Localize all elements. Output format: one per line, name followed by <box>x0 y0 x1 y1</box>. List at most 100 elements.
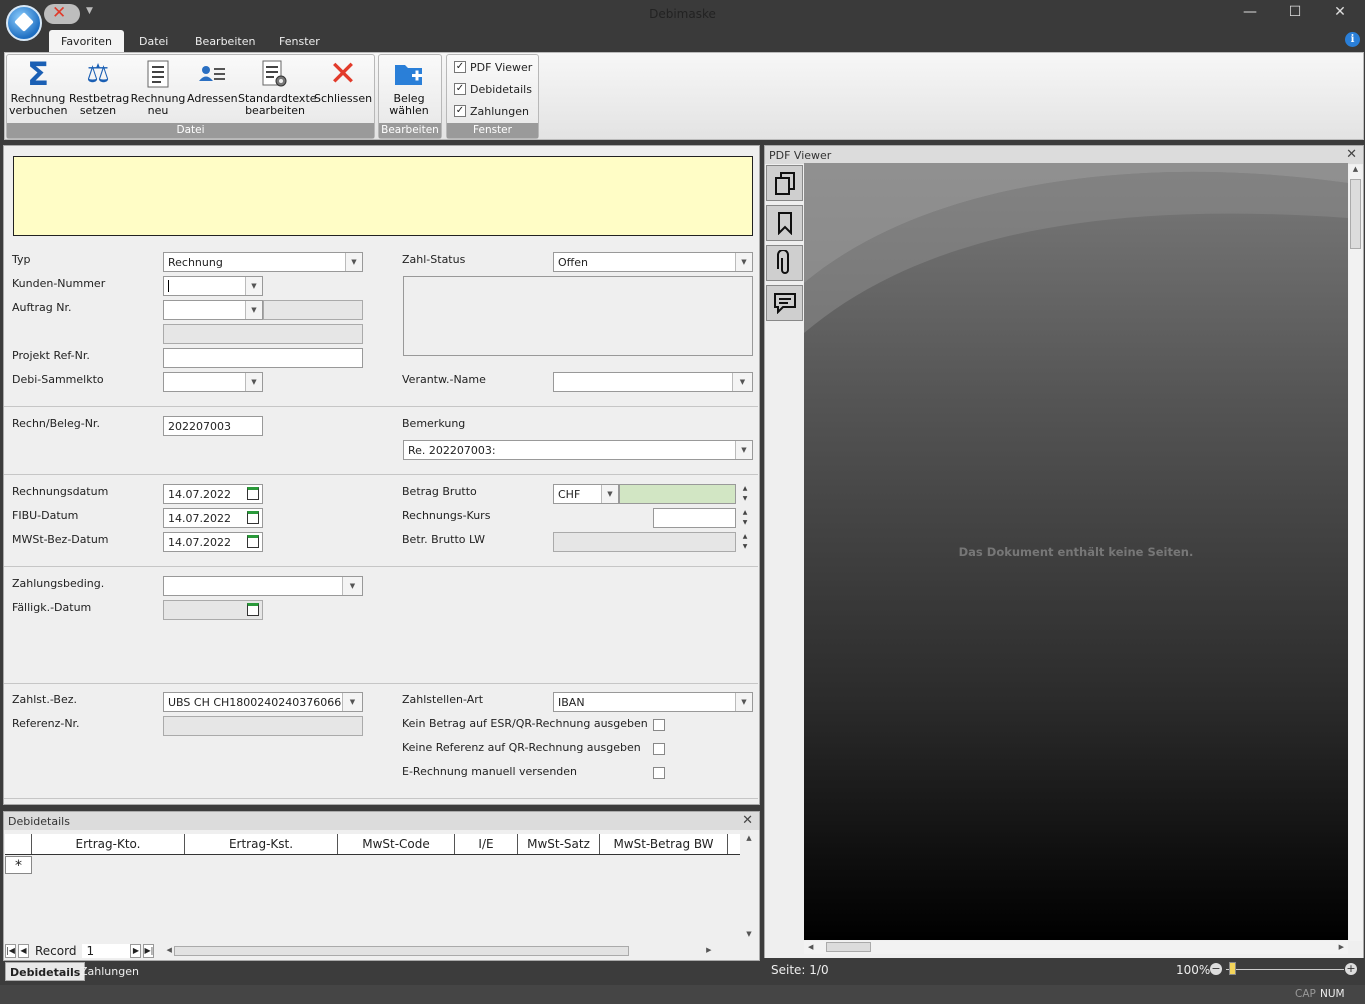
projekt-ref-input[interactable] <box>163 348 363 368</box>
typ-select[interactable]: Rechnung ▼ <box>163 252 363 272</box>
info-icon[interactable]: i <box>1345 32 1360 47</box>
chevron-down-icon[interactable]: ▼ <box>245 301 262 319</box>
calendar-icon[interactable] <box>247 535 259 548</box>
tab-datei[interactable]: Datei <box>127 30 180 53</box>
chevron-down-icon[interactable]: ▼ <box>732 373 752 391</box>
rechn-beleg-nr-input[interactable]: 202207003 <box>163 416 263 436</box>
minimize-button[interactable]: — <box>1235 4 1265 24</box>
currency-select[interactable]: CHF ▼ <box>553 484 619 504</box>
folder-add-icon <box>393 58 425 90</box>
adressen-button[interactable]: Adressen <box>187 58 238 105</box>
last-record-icon[interactable]: ▶| <box>143 944 155 958</box>
betrag-brutto-label: Betrag Brutto <box>402 485 477 498</box>
bemerkung-value: Re. 202207003: <box>408 444 496 457</box>
grid-horizontal-scrollbar[interactable]: ◀ ▶ <box>166 945 711 957</box>
checkbox-label: Debidetails <box>470 82 532 96</box>
standardtexte-bearbeiten-button[interactable]: Standardtexte bearbeiten <box>238 58 317 117</box>
attachments-button[interactable] <box>766 245 803 281</box>
kein-betrag-checkbox[interactable] <box>653 719 665 731</box>
tab-zahlungen[interactable]: Zahlungen <box>76 962 143 981</box>
zahlungsbeding-select[interactable]: ▼ <box>163 576 363 596</box>
close-icon[interactable]: ✕ <box>742 813 753 828</box>
pdf-vertical-scrollbar[interactable]: ▲ <box>1349 165 1362 941</box>
chevron-down-icon[interactable]: ▼ <box>735 253 752 271</box>
bemerkung-select[interactable]: Re. 202207003: ▼ <box>403 440 753 460</box>
betrag-spinner-icon[interactable]: ▲ ▼ <box>739 484 751 504</box>
close-icon[interactable]: ✕ <box>1346 147 1357 162</box>
application-menu-button[interactable] <box>6 5 42 41</box>
kurs-spinner-icon[interactable]: ▲ ▼ <box>739 508 751 528</box>
rechnungsdatum-input[interactable]: 14.07.2022 <box>163 484 263 504</box>
e-rechnung-checkbox[interactable] <box>653 767 665 779</box>
maximize-button[interactable]: ☐ <box>1280 4 1310 24</box>
chevron-down-icon[interactable]: ▼ <box>735 441 752 459</box>
first-record-icon[interactable]: |◀ <box>5 944 16 958</box>
chevron-down-icon[interactable]: ▼ <box>735 693 752 711</box>
zoom-out-icon[interactable]: − <box>1210 963 1222 975</box>
next-record-icon[interactable]: ▶ <box>130 944 142 958</box>
restbetrag-setzen-button[interactable]: ⚖ Restbetrag setzen <box>69 58 129 117</box>
debidetails-toggle[interactable]: ✓ Debidetails <box>454 82 532 100</box>
tab-favoriten[interactable]: Favoriten <box>49 30 124 53</box>
column-header[interactable]: MwSt-Satz <box>518 834 600 854</box>
calendar-icon[interactable] <box>247 603 259 616</box>
rechnung-neu-button[interactable]: Rechnung neu <box>130 58 186 117</box>
calendar-icon[interactable] <box>247 487 259 500</box>
comments-button[interactable] <box>766 285 803 321</box>
prev-record-icon[interactable]: ◀ <box>18 944 29 958</box>
column-header[interactable]: Ertrag-Kst. <box>185 834 338 854</box>
pdf-viewer-toggle[interactable]: ✓ PDF Viewer <box>454 60 532 78</box>
column-header[interactable]: I/E <box>455 834 518 854</box>
new-row-indicator[interactable]: * <box>5 856 32 874</box>
rechnung-verbuchen-button[interactable]: Σ Rechnung verbuchen <box>9 58 68 117</box>
record-label: Record <box>35 944 77 958</box>
mwst-bez-datum-input[interactable]: 14.07.2022 <box>163 532 263 552</box>
chevron-down-icon[interactable]: ▼ <box>245 277 262 295</box>
zahlst-bez-value: UBS CH CH1800240240376066000Q <box>168 696 363 709</box>
chevron-down-icon[interactable]: ▼ <box>345 253 362 271</box>
lw-spinner-icon[interactable]: ▲ ▼ <box>739 532 751 552</box>
bookmark-icon <box>777 212 792 235</box>
chevron-down-icon[interactable]: ▼ <box>342 577 362 595</box>
button-label: wählen <box>389 104 429 117</box>
close-window-button[interactable]: ✕ <box>1325 4 1355 24</box>
zahlstellen-art-select[interactable]: IBAN ▼ <box>553 692 753 712</box>
zoom-in-icon[interactable]: + <box>1345 963 1357 975</box>
zahl-status-select[interactable]: Offen ▼ <box>553 252 753 272</box>
row-indicator-header <box>5 834 32 854</box>
column-header[interactable]: MwSt-Code <box>338 834 455 854</box>
record-number-input[interactable]: 1 <box>82 944 131 958</box>
checkmark-icon[interactable]: ✓ <box>454 83 466 95</box>
auftrag-nr-select[interactable]: ▼ <box>163 300 263 320</box>
zoom-slider-track[interactable] <box>1226 969 1344 970</box>
chevron-down-icon[interactable]: ▼ <box>342 693 362 711</box>
rechnungs-kurs-input[interactable] <box>653 508 736 528</box>
chevron-down-icon[interactable]: ▼ <box>245 373 262 391</box>
keine-referenz-checkbox[interactable] <box>653 743 665 755</box>
beleg-waehlen-button[interactable]: Beleg wählen <box>382 58 436 117</box>
note-area[interactable] <box>13 156 753 236</box>
zoom-slider-thumb[interactable] <box>1229 962 1236 975</box>
kunden-nummer-input[interactable]: ▼ <box>163 276 263 296</box>
pages-thumbnail-button[interactable] <box>766 165 803 201</box>
checkmark-icon[interactable]: ✓ <box>454 61 466 73</box>
pdf-horizontal-scrollbar[interactable]: ◀ ▶ <box>804 941 1348 954</box>
chevron-down-icon[interactable]: ▼ <box>601 485 618 503</box>
fibu-datum-input[interactable]: 14.07.2022 <box>163 508 263 528</box>
tab-bearbeiten[interactable]: Bearbeiten <box>183 30 267 53</box>
debi-sammelkto-select[interactable]: ▼ <box>163 372 263 392</box>
betrag-brutto-input[interactable] <box>619 484 736 504</box>
tab-debidetails[interactable]: Debidetails <box>5 962 86 981</box>
checkmark-icon[interactable]: ✓ <box>454 105 466 117</box>
zahlst-bez-select[interactable]: UBS CH CH1800240240376066000Q ▼ <box>163 692 363 712</box>
tab-fenster[interactable]: Fenster <box>267 30 332 53</box>
bookmarks-button[interactable] <box>766 205 803 241</box>
schliessen-button[interactable]: ✕ Schliessen <box>314 57 372 105</box>
zahlungen-toggle[interactable]: ✓ Zahlungen <box>454 104 529 122</box>
zahlstellen-art-label: Zahlstellen-Art <box>402 693 484 706</box>
column-header[interactable]: MwSt-Betrag BW <box>600 834 728 854</box>
calendar-icon[interactable] <box>247 511 259 524</box>
verantw-name-select[interactable]: ▼ <box>553 372 753 392</box>
column-header[interactable]: Ertrag-Kto. <box>32 834 185 854</box>
grid-vertical-scrollbar[interactable]: ▲ ▼ <box>743 834 755 940</box>
